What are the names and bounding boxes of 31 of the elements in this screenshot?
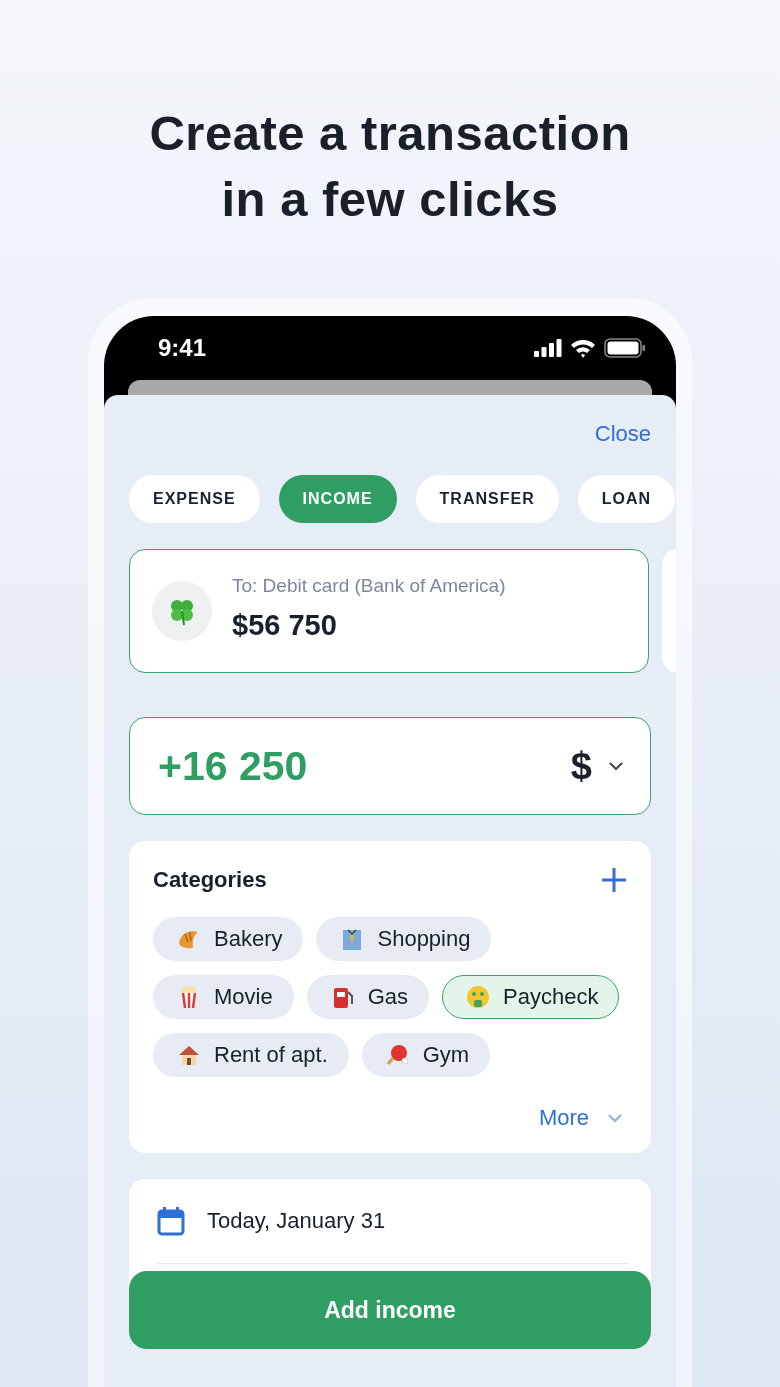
type-tab[interactable]: EXPENSE [129, 475, 260, 523]
wifi-icon [570, 338, 596, 358]
category-chip[interactable]: Movie [153, 975, 294, 1019]
signal-icon [534, 339, 562, 357]
type-tab[interactable]: LOAN [577, 475, 676, 523]
close-link[interactable]: Close [594, 419, 651, 449]
headline: Create a transaction [149, 105, 631, 162]
category-chip[interactable]: Rent of apt. [153, 1033, 349, 1077]
chevron-down-icon [608, 761, 624, 771]
chevron-down-icon [607, 1113, 623, 1123]
battery-icon [604, 338, 646, 358]
money-face-icon [465, 984, 492, 1010]
category-chip[interactable]: Bakery [153, 917, 304, 961]
category-chip[interactable]: Gym [361, 1033, 491, 1077]
account-card[interactable]: To: Debit card (Bank of America) $56 750 [129, 549, 649, 673]
category-chip[interactable]: Shopping [316, 917, 492, 961]
type-tab[interactable]: TRANSFER [415, 475, 559, 523]
amount-field[interactable]: +16 250 $ [129, 717, 651, 815]
date-text[interactable]: Today, January 31 [207, 1208, 386, 1234]
currency-selector[interactable]: $ [570, 744, 624, 788]
status-time: 9:41 [158, 334, 207, 362]
categories-title: Categories [153, 867, 267, 893]
headline: in a few clicks [221, 171, 559, 228]
account-balance: $56 750 [232, 608, 338, 642]
account-label: To: Debit card (Bank of America) [232, 574, 506, 597]
plus-icon[interactable] [601, 867, 627, 893]
ping-pong-paddle-icon [384, 1042, 411, 1068]
category-chip[interactable]: Gas [306, 975, 430, 1019]
category-chip[interactable]: Paycheck [442, 975, 620, 1019]
more-button[interactable]: More [538, 1105, 627, 1131]
calendar-icon [157, 1206, 185, 1236]
